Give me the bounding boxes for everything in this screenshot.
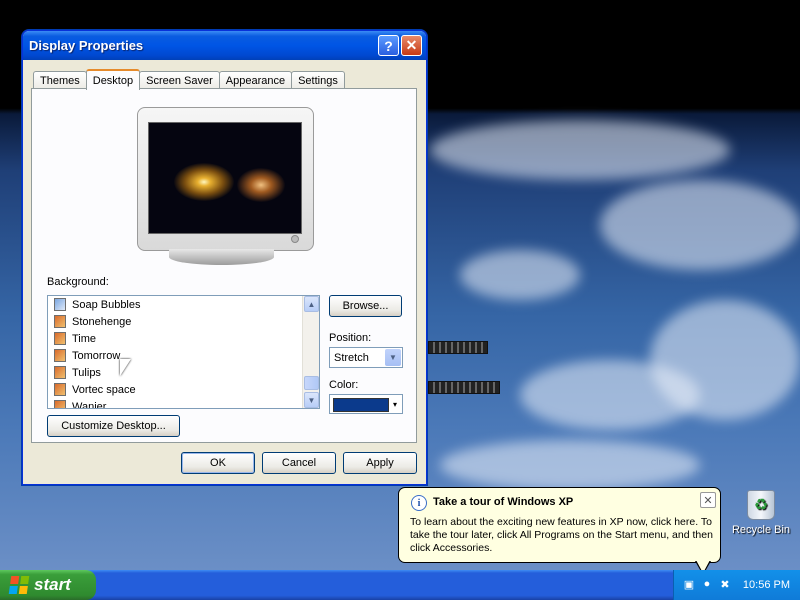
scroll-up-icon[interactable]: ▲ bbox=[304, 296, 319, 312]
close-icon: ✕ bbox=[405, 37, 418, 53]
list-item[interactable]: Time bbox=[48, 330, 319, 347]
list-item[interactable]: Vortec space bbox=[48, 381, 319, 398]
cloud bbox=[600, 180, 800, 270]
ok-button[interactable]: OK bbox=[181, 452, 255, 474]
list-scrollbar[interactable]: ▲ ▼ bbox=[302, 296, 319, 408]
tab-desktop[interactable]: Desktop bbox=[85, 69, 141, 90]
position-select[interactable]: Stretch ▼ bbox=[329, 347, 403, 368]
clock: 10:56 PM bbox=[742, 579, 790, 591]
list-item-label: Soap Bubbles bbox=[72, 298, 141, 311]
list-item[interactable]: Tulips bbox=[48, 364, 319, 381]
taskbar: start ▣ ● ✖ 10:56 PM bbox=[0, 570, 800, 600]
cloud bbox=[460, 250, 580, 300]
balloon-text[interactable]: To learn about the exciting new features… bbox=[410, 516, 715, 555]
list-item[interactable]: Tomorrow bbox=[48, 347, 319, 364]
help-icon: ? bbox=[384, 37, 393, 54]
tab-themes[interactable]: Themes bbox=[33, 71, 87, 89]
position-value: Stretch bbox=[334, 351, 369, 364]
position-label: Position: bbox=[329, 332, 372, 344]
title-bar[interactable]: Display Properties ? ✕ bbox=[23, 31, 426, 60]
windows-logo-icon bbox=[8, 576, 30, 594]
list-item[interactable]: Stonehenge bbox=[48, 313, 319, 330]
browse-button[interactable]: Browse... bbox=[329, 295, 402, 317]
monitor-stand bbox=[169, 249, 274, 265]
window-title: Display Properties bbox=[29, 38, 144, 53]
balloon-title: Take a tour of Windows XP bbox=[433, 496, 574, 508]
help-button[interactable]: ? bbox=[378, 35, 399, 56]
background-list[interactable]: Soap Bubbles Stonehenge Time Tomorrow Tu… bbox=[47, 295, 320, 409]
wallpaper-preview bbox=[148, 122, 302, 234]
list-item[interactable]: Soap Bubbles bbox=[48, 296, 319, 313]
cloud bbox=[440, 440, 700, 490]
info-icon: i bbox=[411, 495, 427, 511]
list-item-label: Tomorrow bbox=[72, 349, 121, 362]
list-item-label: Time bbox=[72, 332, 97, 345]
desktop-tab-panel: Background: Soap Bubbles Stonehenge Time… bbox=[31, 88, 417, 443]
mouse-cursor-icon bbox=[120, 359, 131, 376]
image-file-icon bbox=[54, 400, 66, 408]
customize-desktop-button[interactable]: Customize Desktop... bbox=[47, 415, 180, 437]
color-swatch bbox=[333, 398, 389, 412]
list-item-label: Wanier bbox=[72, 400, 107, 409]
image-file-icon bbox=[54, 366, 66, 379]
cancel-button[interactable]: Cancel bbox=[262, 452, 336, 474]
tab-screen-saver[interactable]: Screen Saver bbox=[139, 71, 220, 89]
tour-balloon[interactable]: i Take a tour of Windows XP ✕ To learn a… bbox=[398, 487, 721, 575]
image-file-icon bbox=[54, 383, 66, 396]
recycle-bin-label: Recycle Bin bbox=[731, 524, 791, 536]
start-button[interactable]: start bbox=[0, 570, 96, 600]
close-button[interactable]: ✕ bbox=[401, 35, 422, 56]
power-light-icon bbox=[291, 235, 299, 243]
cloud bbox=[650, 300, 800, 420]
security-alert-icon[interactable]: ✖ bbox=[718, 577, 732, 591]
tab-strip: Themes Desktop Screen Saver Appearance S… bbox=[33, 69, 345, 90]
tour-icon[interactable]: ● bbox=[700, 577, 714, 591]
scroll-thumb[interactable] bbox=[304, 376, 319, 390]
monitor-preview bbox=[137, 107, 314, 251]
background-label: Background: bbox=[47, 276, 109, 288]
list-item[interactable]: Wanier bbox=[48, 398, 319, 409]
recycle-bin-icon: ♻ bbox=[747, 490, 775, 520]
galaxy-image bbox=[174, 163, 234, 201]
solar-panel bbox=[428, 341, 488, 354]
chevron-down-icon[interactable]: ▾ bbox=[389, 396, 401, 413]
list-item-label: Stonehenge bbox=[72, 315, 132, 328]
start-label: start bbox=[34, 575, 71, 594]
display-properties-dialog: Display Properties ? ✕ Themes Desktop Sc… bbox=[22, 30, 427, 485]
balloon-close-icon[interactable]: ✕ bbox=[700, 492, 716, 508]
color-picker-button[interactable]: ▾ bbox=[329, 394, 403, 414]
apply-button[interactable]: Apply bbox=[343, 452, 417, 474]
chevron-down-icon[interactable]: ▼ bbox=[385, 349, 401, 366]
network-icon[interactable]: ▣ bbox=[682, 577, 696, 591]
solar-panel bbox=[428, 381, 500, 394]
tab-appearance[interactable]: Appearance bbox=[218, 71, 293, 89]
color-label: Color: bbox=[329, 379, 359, 391]
image-file-icon bbox=[54, 349, 66, 362]
image-file-icon bbox=[54, 315, 66, 328]
image-file-icon bbox=[54, 332, 66, 345]
cloud bbox=[430, 120, 730, 180]
galaxy-image bbox=[237, 168, 285, 202]
list-item-label: Tulips bbox=[72, 366, 101, 379]
scroll-down-icon[interactable]: ▼ bbox=[304, 392, 319, 408]
recycle-bin[interactable]: ♻ Recycle Bin bbox=[731, 490, 791, 536]
system-tray: ▣ ● ✖ 10:56 PM bbox=[673, 570, 800, 600]
image-file-icon bbox=[54, 298, 66, 311]
list-item-label: Vortec space bbox=[72, 383, 136, 396]
tab-settings[interactable]: Settings bbox=[291, 71, 345, 89]
